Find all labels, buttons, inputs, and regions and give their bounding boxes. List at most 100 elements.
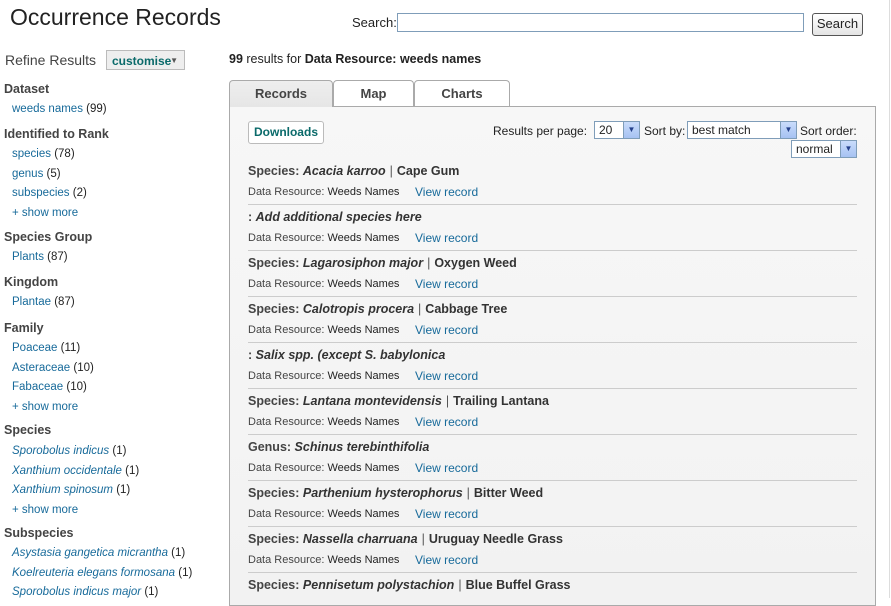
view-record-link[interactable]: View record [415,231,478,245]
facet-item-link[interactable]: Xanthium occidentale [12,465,122,477]
view-record-link[interactable]: View record [415,415,478,429]
record-common-name: Cabbage Tree [425,302,508,316]
view-record-link[interactable]: View record [415,277,478,291]
view-record-link[interactable]: View record [415,461,478,475]
record-scientific-name: Acacia karroo [302,164,386,178]
view-record-link[interactable]: View record [415,369,478,383]
view-record-link[interactable]: View record [415,507,478,521]
data-resource-label: Data Resource: [248,554,325,566]
data-resource-label: Data Resource: [248,416,325,428]
view-record-link[interactable]: View record [415,323,478,337]
record-divider [248,342,857,343]
downloads-button[interactable]: Downloads [248,121,324,144]
facet-item-link[interactable]: Fabaceae [12,381,63,393]
data-resource-label: Data Resource: [248,186,325,198]
record-scientific-name: Parthenium hysterophorus [302,486,463,500]
record-common-name: Blue Buffel Grass [465,578,571,592]
show-more-link[interactable]: + show more [12,401,78,413]
record-rank: Species: [248,532,300,546]
facet-item[interactable]: species (78) [12,148,75,160]
results-count-text: results for [246,52,302,66]
separator: | [427,256,431,270]
separator: | [421,532,425,546]
tab-map[interactable]: Map [333,80,414,106]
facet-item-count: (10) [66,381,87,393]
data-resource-label: Data Resource: [248,370,325,382]
facet-title: Family [4,321,44,335]
facet-title: Kingdom [4,275,59,289]
facet-item-link[interactable]: species [12,148,51,160]
facet-item-link[interactable]: Plantae [12,296,51,308]
data-resource-label: Data Resource: [248,508,325,520]
facet-item-count: (1) [171,547,186,559]
data-resource-name: Weeds Names [327,508,400,520]
facet-item[interactable]: Fabaceae (10) [12,381,87,393]
view-record-link[interactable]: View record [415,185,478,199]
dropdown-arrow-icon: ▼ [623,122,639,138]
search-input[interactable] [397,13,804,32]
search-button[interactable]: Search [812,13,863,36]
record-scientific-name: Calotropis procera [302,302,415,316]
facet-item[interactable]: Xanthium occidentale (1) [12,465,139,477]
refine-results-label: Refine Results [5,52,97,68]
record-title: Species: Pennisetum polystachion | Blue Bu… [248,578,570,592]
facet-item-link[interactable]: Xanthium spinosum [12,484,113,496]
customise-button[interactable]: customise ▼ [106,50,185,70]
facet-item[interactable]: Sporobolus indicus (1) [12,445,126,457]
facet-item-link[interactable]: Asystasia gangetica micrantha [12,547,168,559]
facet-item-count: (78) [54,148,75,160]
sort-by-select[interactable]: best match ▼ [687,121,797,139]
data-resource-name: Weeds Names [327,370,400,382]
record-data-resource: Data Resource: Weeds Names View record [248,461,478,475]
facet-item-link[interactable]: Koelreuteria elegans formosana [12,567,175,579]
facet-item-link[interactable]: genus [12,168,43,180]
record-divider [248,204,857,205]
facet-item-link[interactable]: weeds names [12,103,83,115]
facet-item[interactable]: Plantae (87) [12,296,75,308]
record-rank: Species: [248,486,300,500]
record-title: Species: Parthenium hysterophorus | Bitter… [248,486,543,500]
facet-item-link[interactable]: Poaceae [12,342,57,354]
facet-item[interactable]: Poaceae (11) [12,342,80,354]
data-resource-name: Weeds Names [327,462,400,474]
tab-charts[interactable]: Charts [414,80,510,106]
data-resource-label: Data Resource: [248,462,325,474]
page-border [889,0,890,598]
facet-item[interactable]: Asystasia gangetica micrantha (1) [12,547,185,559]
dropdown-arrow-icon: ▼ [840,141,856,157]
facet-item[interactable]: Asteraceae (10) [12,362,94,374]
facet-title: Species [4,423,52,437]
facet-item-link[interactable]: Asteraceae [12,362,70,374]
record-common-name: Trailing Lantana [453,394,549,408]
sort-order-value: normal [796,142,833,156]
show-more-link[interactable]: + show more [12,504,78,516]
view-record-link[interactable]: View record [415,553,478,567]
facet-item[interactable]: genus (5) [12,168,61,180]
facet-item-link[interactable]: Sporobolus indicus [12,445,109,457]
tab-records[interactable]: Records [229,80,333,107]
record-divider [248,388,857,389]
facet-title: Identified to Rank [4,127,109,141]
facet-item[interactable]: Xanthium spinosum (1) [12,484,130,496]
facet-item[interactable]: Koelreuteria elegans formosana (1) [12,567,192,579]
facet-item-link[interactable]: Sporobolus indicus major [12,586,141,598]
facet-item[interactable]: Sporobolus indicus major (1) [12,586,158,598]
data-resource-name: Weeds Names [327,554,400,566]
show-more-link[interactable]: + show more [12,207,78,219]
record-data-resource: Data Resource: Weeds Names View record [248,507,478,521]
separator: | [389,164,393,178]
record-common-name: Bitter Weed [473,486,544,500]
facet-item[interactable]: subspecies (2) [12,187,87,199]
record-data-resource: Data Resource: Weeds Names View record [248,277,478,291]
facet-item-link[interactable]: subspecies [12,187,70,199]
record-common-name: Uruguay Needle Grass [428,532,563,546]
facet-item-count: (1) [144,586,159,598]
chevron-down-icon: ▼ [170,56,178,65]
results-query: Data Resource: weeds names [304,52,482,66]
results-per-page-select[interactable]: 20 ▼ [594,121,640,139]
facet-item[interactable]: weeds names (99) [12,103,107,115]
sort-order-select[interactable]: normal ▼ [791,140,857,158]
facet-item-link[interactable]: Plants [12,251,44,263]
facet-item[interactable]: Plants (87) [12,251,68,263]
record-rank: Species: [248,164,300,178]
